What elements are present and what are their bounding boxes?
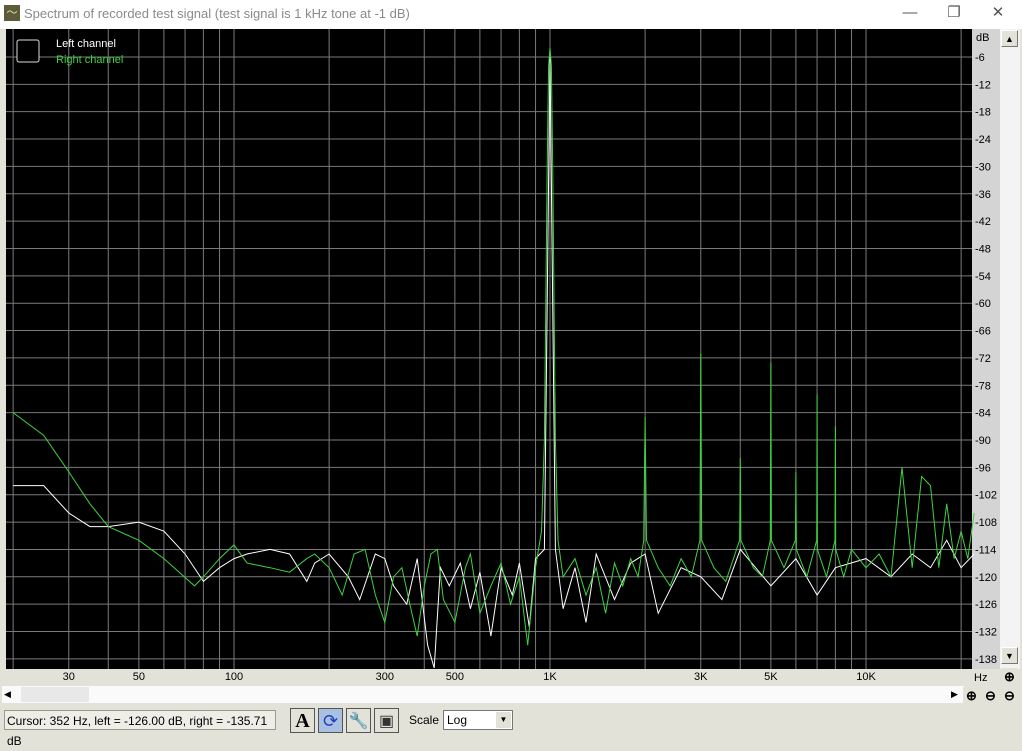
x-tick-label: 30 xyxy=(63,671,75,683)
scroll-left-button[interactable]: ◀ xyxy=(4,689,11,700)
title-bar: 〜 Spectrum of recorded test signal (test… xyxy=(0,0,1022,29)
y-tick-label: -12 xyxy=(975,79,991,91)
minimize-button[interactable]: — xyxy=(888,2,932,26)
y-tick-label: -114 xyxy=(975,544,996,556)
legend-left-channel: Left channel xyxy=(56,38,116,50)
refresh-icon[interactable]: ⟳ xyxy=(318,708,343,733)
scroll-down-button[interactable]: ▼ xyxy=(1001,647,1018,664)
close-button[interactable]: ✕ xyxy=(976,2,1020,26)
settings-wrench-icon[interactable]: 🔧 xyxy=(346,708,371,733)
y-axis-unit: dB xyxy=(976,32,989,44)
y-tick-label: -132 xyxy=(975,627,997,639)
scroll-right-button[interactable]: ▶ xyxy=(951,689,958,700)
x-tick-label: 300 xyxy=(376,671,394,683)
x-tick-label: 100 xyxy=(225,671,243,683)
scroll-thumb[interactable] xyxy=(21,687,89,702)
x-tick-label: 50 xyxy=(133,671,145,683)
y-tick-label: -78 xyxy=(975,380,991,392)
vertical-scrollbar[interactable]: ▲ ▼ xyxy=(1000,29,1020,669)
y-tick-label: -36 xyxy=(975,189,991,201)
app-spectrum-icon: 〜 xyxy=(4,5,20,21)
y-tick-label: -42 xyxy=(975,216,991,228)
y-tick-label: -66 xyxy=(975,326,991,338)
y-tick-label: -108 xyxy=(975,517,997,529)
scale-value: Log xyxy=(447,713,468,727)
y-tick-label: -54 xyxy=(975,271,991,283)
y-tick-label: -120 xyxy=(975,572,997,584)
y-tick-label: -18 xyxy=(975,107,991,119)
scale-select[interactable]: Log ▼ xyxy=(443,710,513,730)
x-tick-label: 10K xyxy=(856,671,876,683)
scroll-up-button[interactable]: ▲ xyxy=(1001,30,1018,47)
spectrum-chart[interactable]: dB -6 -12 -18 -24 -30 -36 -42 -48 -54 -60 -66 -72 -7… xyxy=(0,29,1000,686)
restore-button[interactable]: ❐ xyxy=(932,2,976,26)
x-tick-label: 3K xyxy=(694,671,708,683)
legend-graph-icon[interactable] xyxy=(16,39,40,63)
zoom-out-full-icon[interactable]: ⊖ xyxy=(1001,687,1018,704)
x-tick-label: 500 xyxy=(446,671,464,683)
horizontal-scrollbar[interactable]: ◀ xyxy=(2,686,964,703)
y-tick-label: -24 xyxy=(975,134,991,146)
x-axis-unit: Hz xyxy=(974,672,987,684)
font-button[interactable]: A xyxy=(290,708,315,733)
y-tick-label: -60 xyxy=(975,298,991,310)
x-tick-label: 1K xyxy=(543,671,557,683)
y-tick-label: -48 xyxy=(975,243,991,255)
chevron-down-icon[interactable]: ▼ xyxy=(496,712,511,728)
vertical-zoom-in-icon[interactable]: ⊕ xyxy=(1001,668,1018,685)
zoom-in-icon[interactable]: ⊕ xyxy=(963,687,980,704)
y-tick-label: -126 xyxy=(975,599,997,611)
cursor-readout: Cursor: 352 Hz, left = -126.00 dB, right… xyxy=(4,710,276,748)
y-tick-label: -72 xyxy=(975,353,991,365)
legend-right-channel: Right channel xyxy=(56,54,123,66)
y-tick-label: -90 xyxy=(975,435,991,447)
window-title: Spectrum of recorded test signal (test s… xyxy=(24,6,410,21)
y-tick-label: -138 xyxy=(975,654,997,666)
scale-label: Scale xyxy=(409,713,440,727)
x-tick-label: 5K xyxy=(764,671,778,683)
y-tick-label: -102 xyxy=(975,490,997,502)
y-tick-label: -6 xyxy=(975,52,985,64)
y-tick-label: -30 xyxy=(975,161,991,173)
y-tick-label: -84 xyxy=(975,408,991,420)
zoom-out-icon[interactable]: ⊖ xyxy=(982,687,999,704)
y-tick-label: -96 xyxy=(975,462,991,474)
save-disk-icon[interactable]: ▣ xyxy=(374,708,399,733)
